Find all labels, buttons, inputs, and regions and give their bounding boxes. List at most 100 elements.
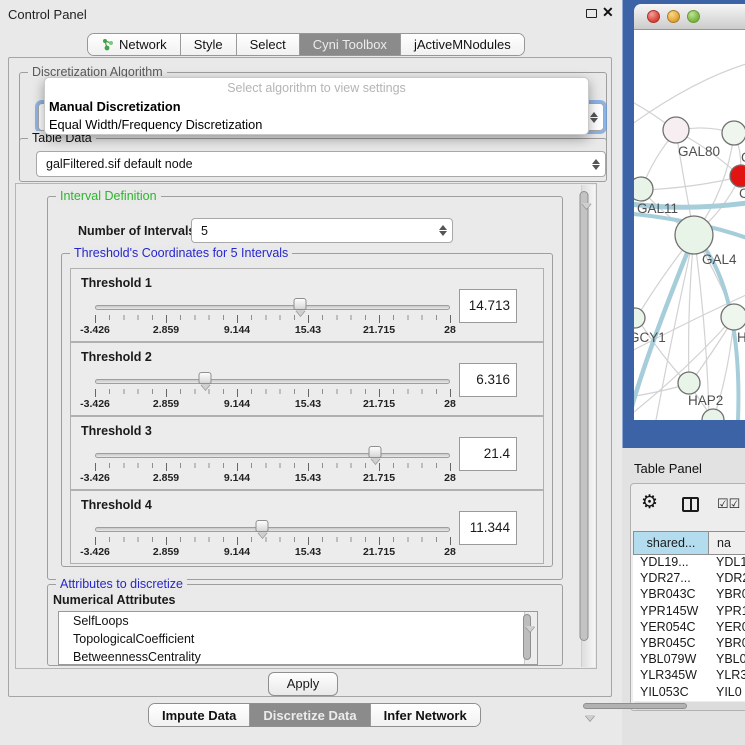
node-hap2[interactable] xyxy=(678,372,700,394)
slider-thumb[interactable] xyxy=(199,372,212,384)
slider-track[interactable] xyxy=(95,305,450,310)
node-label: C xyxy=(739,186,745,201)
tab-cyni-toolbox[interactable]: Cyni Toolbox xyxy=(300,34,401,55)
close-icon[interactable]: ✕ xyxy=(602,4,614,21)
tab-jactivemnodules[interactable]: jActiveMNodules xyxy=(401,34,524,55)
network-icon xyxy=(101,38,114,51)
node-gal4[interactable] xyxy=(675,216,713,254)
stepper-arrows-icon xyxy=(439,219,447,242)
tab-infer-network[interactable]: Infer Network xyxy=(371,704,480,726)
dropdown-prompt-item[interactable]: Select algorithm to view settings xyxy=(45,78,588,98)
node-ga[interactable] xyxy=(722,121,745,145)
number-of-intervals-combobox[interactable]: 5 xyxy=(191,218,453,243)
table-row[interactable]: YBR043CYBR0 xyxy=(633,587,745,603)
network-window[interactable]: GAL80 GA C GAL11 GAL4 GCY1 H HAP2 xyxy=(634,4,745,420)
slider-track[interactable] xyxy=(95,379,450,384)
threshold-2-value-field[interactable]: 6.316 xyxy=(459,363,517,397)
thresholds-group: Threshold's Coordinates for 5 Intervals … xyxy=(61,253,553,567)
list-item[interactable]: SelfLoops xyxy=(59,612,537,630)
table-row[interactable]: YBR045CYBR0 xyxy=(633,636,745,652)
gear-icon[interactable]: ⚙ xyxy=(641,493,658,512)
cyni-toolbox-panel: Discretization Algorithm Select algorith… xyxy=(8,57,612,697)
slider-ticks xyxy=(95,315,451,320)
table-row[interactable]: YIL053CYIL0 xyxy=(633,685,745,701)
tab-style[interactable]: Style xyxy=(181,34,237,55)
group-title: Interval Definition xyxy=(56,189,161,203)
node-red[interactable] xyxy=(730,165,745,187)
dropdown-item-manual-discretization[interactable]: Manual Discretization xyxy=(45,98,588,116)
tab-impute-data[interactable]: Impute Data xyxy=(149,704,250,726)
network-view-frame: GAL80 GA C GAL11 GAL4 GCY1 H HAP2 xyxy=(622,0,745,448)
columns-icon[interactable] xyxy=(682,497,699,512)
threshold-3-value-field[interactable]: 21.4 xyxy=(459,437,517,471)
table-data-selected-value: galFiltered.sif default node xyxy=(46,157,193,171)
control-panel: Control Panel ✕ Network Style Select Cyn… xyxy=(0,0,622,745)
table-body: YDL19...YDL1 YDR27...YDR2 YBR043CYBR0 YP… xyxy=(633,555,745,701)
settings-scrollbar[interactable] xyxy=(581,185,595,667)
table-data-combobox[interactable]: galFiltered.sif default node xyxy=(36,151,606,177)
panel-title: Control Panel xyxy=(8,7,87,22)
float-window-icon[interactable] xyxy=(586,9,597,18)
dropdown-item-equal-width-frequency[interactable]: Equal Width/Frequency Discretization xyxy=(45,116,588,134)
list-scrollbar[interactable] xyxy=(524,612,537,664)
threshold-1-panel: Threshold 1 -3.426 2.859 9.144 15.43 21.… xyxy=(70,268,544,342)
bottom-tab-bar: Impute Data Discretize Data Infer Networ… xyxy=(148,703,481,727)
table-row[interactable]: YDR27...YDR2 xyxy=(633,571,745,587)
top-tab-bar: Network Style Select Cyni Toolbox jActiv… xyxy=(87,33,525,56)
node-h[interactable] xyxy=(721,304,745,330)
node-label: GAL11 xyxy=(637,201,678,216)
node-partial[interactable] xyxy=(702,409,724,420)
threshold-2-panel: Threshold 2 -3.426 2.859 9.144 15.43 21.… xyxy=(70,342,544,416)
threshold-4-value-field[interactable]: 11.344 xyxy=(459,511,517,545)
slider-track[interactable] xyxy=(95,453,450,458)
group-title: Threshold's Coordinates for 5 Intervals xyxy=(70,246,292,260)
numerical-attributes-list[interactable]: SelfLoops TopologicalCoefficient Between… xyxy=(58,611,538,665)
table-row[interactable]: YBL079WYBL0 xyxy=(633,652,745,668)
list-item[interactable]: TopologicalCoefficient xyxy=(59,630,537,648)
node-gal80[interactable] xyxy=(663,117,689,143)
table-horizontal-scrollbar[interactable] xyxy=(633,702,745,710)
table-row[interactable]: YDL19...YDL1 xyxy=(633,555,745,571)
zoom-traffic-light-icon[interactable] xyxy=(687,10,700,23)
slider-tick-labels: -3.426 2.859 9.144 15.43 21.715 28 xyxy=(95,398,450,410)
tab-select[interactable]: Select xyxy=(237,34,300,55)
node-label: GAL80 xyxy=(678,144,720,159)
node-gcy1[interactable] xyxy=(634,308,645,328)
select-columns-checkboxes-icon[interactable]: ☑☑ xyxy=(717,496,740,512)
column-header-shared-name[interactable]: shared... xyxy=(633,531,709,555)
table-data-group: Table Data galFiltered.sif default node xyxy=(19,138,607,182)
network-graph: GAL80 GA C GAL11 GAL4 GCY1 H HAP2 xyxy=(634,30,745,420)
table-header: shared... na xyxy=(633,531,745,555)
threshold-4-panel: Threshold 4 -3.426 2.859 9.144 15.43 21.… xyxy=(70,490,544,564)
number-of-intervals-label: Number of Intervals xyxy=(78,224,195,238)
close-traffic-light-icon[interactable] xyxy=(647,10,660,23)
slider-thumb[interactable] xyxy=(369,446,382,458)
attributes-group: Attributes to discretize Numerical Attri… xyxy=(47,584,563,666)
network-window-titlebar[interactable] xyxy=(634,4,745,30)
table-row[interactable]: YLR345WYLR3 xyxy=(633,668,745,684)
slider-thumb[interactable] xyxy=(293,298,306,310)
node-label: GA xyxy=(741,150,745,165)
stepper-arrows-icon xyxy=(590,104,598,130)
network-canvas[interactable]: GAL80 GA C GAL11 GAL4 GCY1 H HAP2 xyxy=(634,30,745,420)
table-panel-region: Table Panel ⚙ ☑☑ shared... na YDL19...YD… xyxy=(622,448,745,745)
column-header-name[interactable]: na xyxy=(709,531,745,555)
group-title: Attributes to discretize xyxy=(56,577,187,591)
node-label: H xyxy=(737,330,745,345)
minimize-traffic-light-icon[interactable] xyxy=(667,10,680,23)
algorithm-dropdown-popup: Select algorithm to view settings Manual… xyxy=(44,77,589,135)
list-item[interactable]: BetweennessCentrality xyxy=(59,648,537,665)
threshold-1-value-field[interactable]: 14.713 xyxy=(459,289,517,323)
table-row[interactable]: YPR145WYPR1 xyxy=(633,604,745,620)
apply-button[interactable]: Apply xyxy=(268,672,338,696)
table-row[interactable]: YER054CYER0 xyxy=(633,620,745,636)
tab-discretize-data[interactable]: Discretize Data xyxy=(250,704,370,726)
stepper-arrows-icon xyxy=(592,152,600,176)
numerical-attributes-label: Numerical Attributes xyxy=(53,593,175,607)
slider-ticks xyxy=(95,389,451,394)
slider-track[interactable] xyxy=(95,527,450,532)
slider-thumb[interactable] xyxy=(255,520,268,532)
slider-tick-labels: -3.426 2.859 9.144 15.43 21.715 28 xyxy=(95,472,450,484)
node-gal11[interactable] xyxy=(634,177,653,201)
tab-network[interactable]: Network xyxy=(88,34,181,55)
